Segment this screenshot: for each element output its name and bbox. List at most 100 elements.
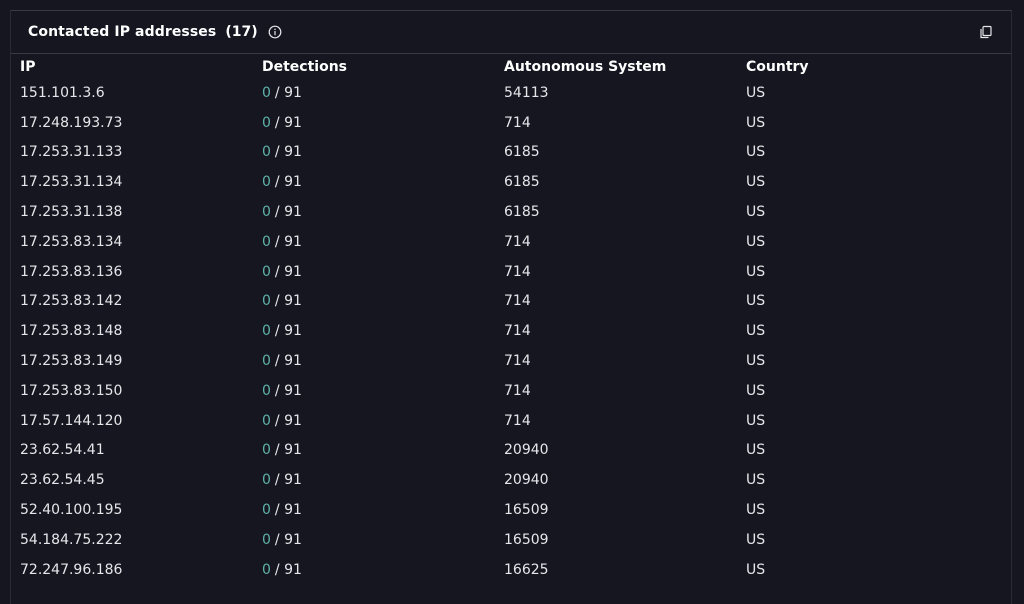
ip-address-link[interactable]: 17.253.83.142 bbox=[20, 287, 262, 317]
panel-header: Contacted IP addresses (17) bbox=[11, 11, 1011, 54]
asn-cell: 714 bbox=[504, 233, 531, 250]
country-cell: US bbox=[746, 353, 766, 370]
info-icon[interactable] bbox=[268, 25, 282, 39]
country-cell: US bbox=[746, 293, 766, 310]
asn-cell: 16509 bbox=[504, 531, 549, 548]
asn-cell: 6185 bbox=[504, 144, 540, 161]
detection-total: / 91 bbox=[274, 293, 302, 310]
asn-cell: 20940 bbox=[504, 472, 549, 489]
country-cell: US bbox=[746, 204, 766, 221]
ip-address-link[interactable]: 54.184.75.222 bbox=[20, 525, 262, 555]
detection-count: 0 bbox=[262, 472, 271, 489]
table-row: 151.101.3.6 0/ 91 54113 US bbox=[20, 78, 988, 108]
country-cell: US bbox=[746, 114, 766, 131]
country-cell: US bbox=[746, 442, 766, 459]
table-row: 17.253.83.150 0/ 91 714 US bbox=[20, 376, 988, 406]
table-row: 17.253.83.148 0/ 91 714 US bbox=[20, 316, 988, 346]
detections-cell: 0/ 91 bbox=[262, 465, 504, 495]
detection-count: 0 bbox=[262, 561, 271, 578]
detection-total: / 91 bbox=[274, 502, 302, 519]
detection-count: 0 bbox=[262, 204, 271, 221]
asn-cell: 714 bbox=[504, 353, 531, 370]
detections-cell: 0/ 91 bbox=[262, 406, 504, 436]
detection-count: 0 bbox=[262, 84, 271, 101]
detection-count: 0 bbox=[262, 353, 271, 370]
table-row: 72.247.96.186 0/ 91 16625 US bbox=[20, 555, 988, 585]
detections-cell: 0/ 91 bbox=[262, 108, 504, 138]
detection-count: 0 bbox=[262, 442, 271, 459]
table-row: 17.253.31.133 0/ 91 6185 US bbox=[20, 138, 988, 168]
detection-total: / 91 bbox=[274, 114, 302, 131]
ip-address-link[interactable]: 23.62.54.45 bbox=[20, 465, 262, 495]
ip-address-link[interactable]: 17.57.144.120 bbox=[20, 406, 262, 436]
detection-count: 0 bbox=[262, 174, 271, 191]
detection-count: 0 bbox=[262, 531, 271, 548]
detections-cell: 0/ 91 bbox=[262, 436, 504, 466]
detection-count: 0 bbox=[262, 263, 271, 280]
detection-count: 0 bbox=[262, 382, 271, 399]
country-cell: US bbox=[746, 263, 766, 280]
detection-total: / 91 bbox=[274, 233, 302, 250]
table-row: 17.253.83.149 0/ 91 714 US bbox=[20, 346, 988, 376]
detection-total: / 91 bbox=[274, 412, 302, 429]
ip-address-link[interactable]: 72.247.96.186 bbox=[20, 555, 262, 585]
ip-address-link[interactable]: 17.253.83.149 bbox=[20, 346, 262, 376]
table-row: 17.253.31.134 0/ 91 6185 US bbox=[20, 167, 988, 197]
copy-icon[interactable] bbox=[979, 25, 993, 39]
detection-total: / 91 bbox=[274, 382, 302, 399]
table-row: 23.62.54.41 0/ 91 20940 US bbox=[20, 436, 988, 466]
country-cell: US bbox=[746, 531, 766, 548]
ip-address-link[interactable]: 17.253.83.134 bbox=[20, 227, 262, 257]
ip-address-link[interactable]: 151.101.3.6 bbox=[20, 78, 262, 108]
detection-total: / 91 bbox=[274, 531, 302, 548]
asn-cell: 6185 bbox=[504, 204, 540, 221]
detection-total: / 91 bbox=[274, 353, 302, 370]
ip-address-link[interactable]: 23.62.54.41 bbox=[20, 436, 262, 466]
detection-count: 0 bbox=[262, 144, 271, 161]
table-row: 17.253.83.134 0/ 91 714 US bbox=[20, 227, 988, 257]
ip-address-link[interactable]: 52.40.100.195 bbox=[20, 495, 262, 525]
column-header-country: Country bbox=[746, 58, 809, 75]
panel-title: Contacted IP addresses bbox=[28, 24, 217, 40]
ip-address-link[interactable]: 17.253.31.134 bbox=[20, 167, 262, 197]
country-cell: US bbox=[746, 502, 766, 519]
country-cell: US bbox=[746, 472, 766, 489]
country-cell: US bbox=[746, 144, 766, 161]
column-header-detections: Detections bbox=[262, 58, 348, 75]
detections-cell: 0/ 91 bbox=[262, 346, 504, 376]
detections-cell: 0/ 91 bbox=[262, 525, 504, 555]
ip-address-link[interactable]: 17.253.31.138 bbox=[20, 197, 262, 227]
detection-total: / 91 bbox=[274, 144, 302, 161]
column-header-ip: IP bbox=[20, 58, 36, 75]
detections-cell: 0/ 91 bbox=[262, 138, 504, 168]
country-cell: US bbox=[746, 412, 766, 429]
asn-cell: 714 bbox=[504, 114, 531, 131]
asn-cell: 20940 bbox=[504, 442, 549, 459]
asn-cell: 16509 bbox=[504, 502, 549, 519]
column-header-asn: Autonomous System bbox=[504, 58, 667, 75]
table-header-row: IP Detections Autonomous System Country bbox=[20, 55, 988, 78]
detections-cell: 0/ 91 bbox=[262, 376, 504, 406]
table-row: 17.248.193.73 0/ 91 714 US bbox=[20, 108, 988, 138]
detections-cell: 0/ 91 bbox=[262, 495, 504, 525]
ip-address-link[interactable]: 17.253.83.136 bbox=[20, 257, 262, 287]
detections-cell: 0/ 91 bbox=[262, 167, 504, 197]
ip-table: IP Detections Autonomous System Country … bbox=[20, 55, 988, 585]
country-cell: US bbox=[746, 174, 766, 191]
detections-cell: 0/ 91 bbox=[262, 316, 504, 346]
asn-cell: 714 bbox=[504, 412, 531, 429]
asn-cell: 714 bbox=[504, 382, 531, 399]
country-cell: US bbox=[746, 561, 766, 578]
asn-cell: 16625 bbox=[504, 561, 549, 578]
detection-count: 0 bbox=[262, 114, 271, 131]
detection-total: / 91 bbox=[274, 204, 302, 221]
ip-address-link[interactable]: 17.248.193.73 bbox=[20, 108, 262, 138]
asn-cell: 714 bbox=[504, 323, 531, 340]
ip-address-link[interactable]: 17.253.83.148 bbox=[20, 316, 262, 346]
ip-address-link[interactable]: 17.253.83.150 bbox=[20, 376, 262, 406]
table-row: 52.40.100.195 0/ 91 16509 US bbox=[20, 495, 988, 525]
table-row: 17.57.144.120 0/ 91 714 US bbox=[20, 406, 988, 436]
ip-address-link[interactable]: 17.253.31.133 bbox=[20, 138, 262, 168]
detections-cell: 0/ 91 bbox=[262, 555, 504, 585]
detection-total: / 91 bbox=[274, 174, 302, 191]
